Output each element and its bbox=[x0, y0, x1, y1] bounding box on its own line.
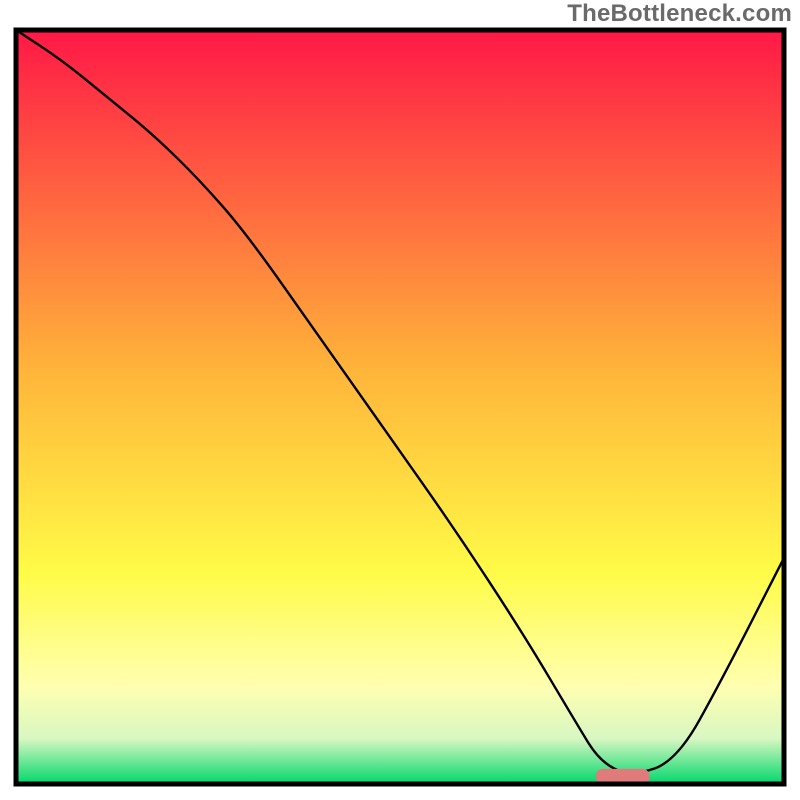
watermark-text: TheBottleneck.com bbox=[567, 0, 792, 28]
bottleneck-chart: TheBottleneck.com bbox=[0, 0, 800, 800]
plot-background bbox=[16, 30, 784, 784]
chart-svg bbox=[0, 0, 800, 800]
